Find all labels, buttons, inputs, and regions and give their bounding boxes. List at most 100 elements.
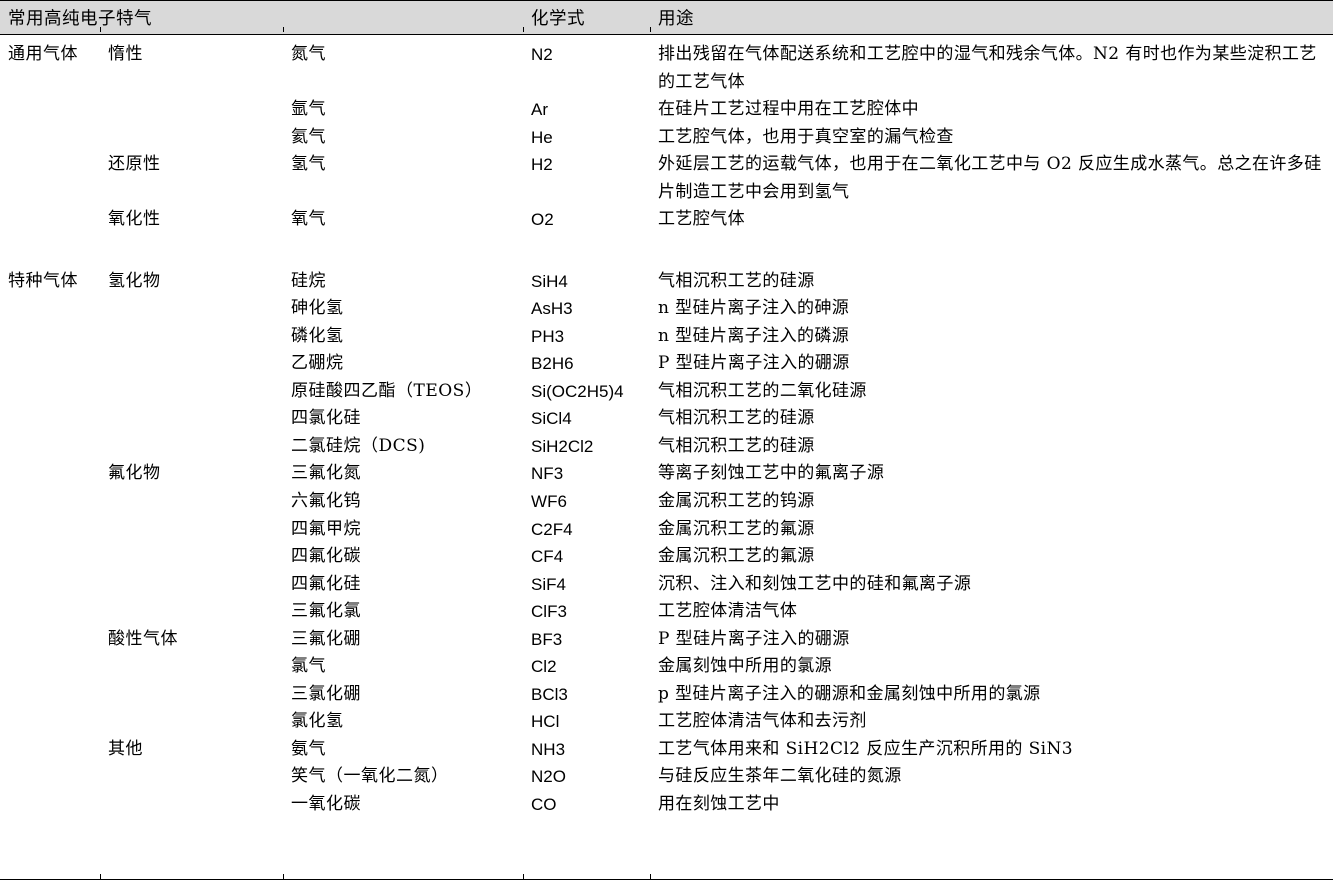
- cell-category: [0, 124, 100, 152]
- cell-gas-name: 氮气: [283, 35, 523, 97]
- cell-gas-name: 磷化氢: [283, 323, 523, 351]
- table-row: 原硅酸四乙酯（TEOS）Si(OC2H5)4气相沉积工艺的二氧化硅源: [0, 378, 1333, 406]
- cell-chemical-formula: O2: [523, 206, 650, 234]
- cell-use-description: p 型硅片离子注入的硼源和金属刻蚀中所用的氯源: [650, 681, 1333, 709]
- cell-chemical-formula: SiCl4: [523, 405, 650, 433]
- cell-category: [0, 433, 100, 461]
- cell-use-description: 等离子刻蚀工艺中的氟离子源: [650, 460, 1333, 488]
- table-row: 氩气Ar在硅片工艺过程中用在工艺腔体中: [0, 96, 1333, 124]
- cell-category: [0, 626, 100, 654]
- table-row: 其他氨气NH3工艺气体用来和 SiH2Cl2 反应生产沉积所用的 SiN3: [0, 736, 1333, 764]
- cell-use-description: 工艺腔气体: [650, 206, 1333, 234]
- cell-use-description: 金属沉积工艺的氟源: [650, 516, 1333, 544]
- cell-category: [0, 708, 100, 736]
- cell-type: [100, 543, 283, 571]
- cell-use-description: n 型硅片离子注入的砷源: [650, 295, 1333, 323]
- cell-chemical-formula: SiH2Cl2: [523, 433, 650, 461]
- cell-chemical-formula: BF3: [523, 626, 650, 654]
- cell-gas-name: 三氟化硼: [283, 626, 523, 654]
- cell-chemical-formula: HCl: [523, 708, 650, 736]
- cell-category: [0, 736, 100, 764]
- gas-table: 常用高纯电子特气 化学式 用途 通用气体惰性氮气N2排出残留在气体配送系统和工艺…: [0, 0, 1333, 818]
- bottom-column-tick: [283, 874, 284, 880]
- cell-chemical-formula: AsH3: [523, 295, 650, 323]
- cell-use-description: 在硅片工艺过程中用在工艺腔体中: [650, 96, 1333, 124]
- cell-type: [100, 516, 283, 544]
- table-row: 氟化物三氟化氮NF3等离子刻蚀工艺中的氟离子源: [0, 460, 1333, 488]
- cell-gas-name: 六氟化钨: [283, 488, 523, 516]
- cell-type: [100, 433, 283, 461]
- table-row: 还原性氢气H2外延层工艺的运载气体，也用于在二氧化工艺中与 O2 反应生成水蒸气…: [0, 151, 1333, 206]
- cell-gas-name: 四氟化碳: [283, 543, 523, 571]
- cell-chemical-formula: N2: [523, 35, 650, 97]
- table-row: 磷化氢PH3n 型硅片离子注入的磷源: [0, 323, 1333, 351]
- cell-type: [100, 405, 283, 433]
- cell-category: 特种气体: [0, 262, 100, 296]
- cell-category: [0, 763, 100, 791]
- cell-use-description: 外延层工艺的运载气体，也用于在二氧化工艺中与 O2 反应生成水蒸气。总之在许多硅…: [650, 151, 1333, 206]
- cell-type: 酸性气体: [100, 626, 283, 654]
- cell-gas-name: 氩气: [283, 96, 523, 124]
- table-row: 四氟化碳CF4金属沉积工艺的氟源: [0, 543, 1333, 571]
- cell-category: [0, 151, 100, 206]
- cell-use-description: 气相沉积工艺的硅源: [650, 262, 1333, 296]
- header-column-tick: [283, 27, 284, 32]
- table-row: 一氧化碳CO用在刻蚀工艺中: [0, 791, 1333, 819]
- cell-chemical-formula: NF3: [523, 460, 650, 488]
- bottom-column-tick: [650, 874, 651, 880]
- cell-gas-name: 氯气: [283, 653, 523, 681]
- cell-use-description: 金属沉积工艺的氟源: [650, 543, 1333, 571]
- cell-gas-name: 四氟化硅: [283, 571, 523, 599]
- cell-category: [0, 206, 100, 234]
- cell-use-description: P 型硅片离子注入的硼源: [650, 350, 1333, 378]
- cell-chemical-formula: CO: [523, 791, 650, 819]
- cell-type: 惰性: [100, 35, 283, 97]
- cell-chemical-formula: SiH4: [523, 262, 650, 296]
- cell-type: [100, 350, 283, 378]
- cell-category: [0, 516, 100, 544]
- cell-gas-name: 三氟化氯: [283, 598, 523, 626]
- cell-gas-name: 砷化氢: [283, 295, 523, 323]
- cell-use-description: 金属沉积工艺的钨源: [650, 488, 1333, 516]
- cell-chemical-formula: NH3: [523, 736, 650, 764]
- cell-type: [100, 763, 283, 791]
- cell-use-description: 气相沉积工艺的二氧化硅源: [650, 378, 1333, 406]
- cell-chemical-formula: BCl3: [523, 681, 650, 709]
- cell-use-description: 与硅反应生茶年二氧化硅的氮源: [650, 763, 1333, 791]
- cell-use-description: 气相沉积工艺的硅源: [650, 433, 1333, 461]
- cell-chemical-formula: B2H6: [523, 350, 650, 378]
- cell-type: 氟化物: [100, 460, 283, 488]
- cell-type: [100, 681, 283, 709]
- table-row: 砷化氢AsH3n 型硅片离子注入的砷源: [0, 295, 1333, 323]
- table-bottom-rule: [0, 874, 1333, 881]
- cell-type: [100, 96, 283, 124]
- cell-chemical-formula: WF6: [523, 488, 650, 516]
- cell-use-description: 用在刻蚀工艺中: [650, 791, 1333, 819]
- cell-type: 其他: [100, 736, 283, 764]
- cell-type: 氧化性: [100, 206, 283, 234]
- table-row: 三氟化氯ClF3工艺腔体清洁气体: [0, 598, 1333, 626]
- cell-type: [100, 378, 283, 406]
- cell-gas-name: 四氟甲烷: [283, 516, 523, 544]
- table-row: 六氟化钨WF6金属沉积工艺的钨源: [0, 488, 1333, 516]
- cell-use-description: 气相沉积工艺的硅源: [650, 405, 1333, 433]
- cell-gas-name: 氯化氢: [283, 708, 523, 736]
- cell-type: [100, 653, 283, 681]
- cell-gas-name: 笑气（一氧化二氮）: [283, 763, 523, 791]
- table-row: 四氟甲烷C2F4金属沉积工艺的氟源: [0, 516, 1333, 544]
- cell-category: 通用气体: [0, 35, 100, 97]
- cell-gas-name: 乙硼烷: [283, 350, 523, 378]
- cell-category: [0, 488, 100, 516]
- cell-chemical-formula: PH3: [523, 323, 650, 351]
- cell-category: [0, 295, 100, 323]
- cell-gas-name: 氧气: [283, 206, 523, 234]
- table-row: 氦气He工艺腔气体，也用于真空室的漏气检查: [0, 124, 1333, 152]
- cell-use-description: 工艺腔体清洁气体和去污剂: [650, 708, 1333, 736]
- cell-category: [0, 460, 100, 488]
- table-row: 四氟化硅SiF4沉积、注入和刻蚀工艺中的硅和氟离子源: [0, 571, 1333, 599]
- table-row: 二氯硅烷（DCS)SiH2Cl2气相沉积工艺的硅源: [0, 433, 1333, 461]
- cell-type: 氢化物: [100, 262, 283, 296]
- cell-chemical-formula: H2: [523, 151, 650, 206]
- cell-use-description: 工艺腔气体，也用于真空室的漏气检查: [650, 124, 1333, 152]
- cell-gas-name: 氦气: [283, 124, 523, 152]
